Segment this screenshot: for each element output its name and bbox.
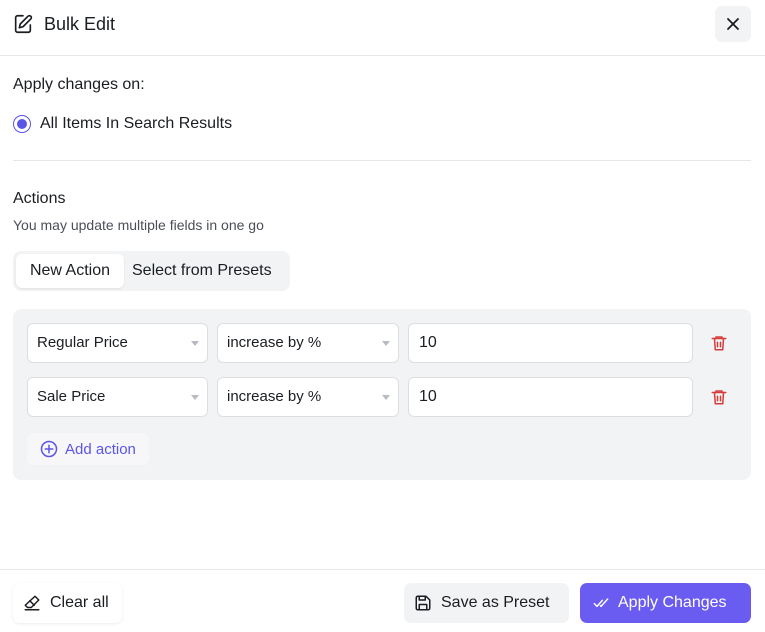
field-select[interactable]: Regular Price bbox=[27, 323, 208, 363]
radio-selected-dot bbox=[17, 119, 27, 129]
field-select-value: Regular Price bbox=[37, 334, 128, 351]
field-select-value: Sale Price bbox=[37, 388, 106, 405]
chevron-down-icon bbox=[382, 395, 390, 400]
radio-label: All Items In Search Results bbox=[40, 115, 233, 132]
tab-new-action[interactable]: New Action bbox=[16, 254, 124, 288]
trash-icon[interactable] bbox=[710, 388, 728, 406]
operation-select[interactable]: increase by % bbox=[217, 377, 399, 417]
value-input[interactable]: 10 bbox=[408, 377, 693, 417]
double-check-icon bbox=[593, 598, 609, 608]
radio-button[interactable] bbox=[13, 115, 31, 133]
add-action-button[interactable]: Add action bbox=[27, 433, 149, 465]
operation-select-value: increase by % bbox=[227, 334, 322, 351]
add-action-label: Add action bbox=[65, 440, 136, 458]
clear-all-label: Clear all bbox=[50, 594, 109, 611]
chevron-down-icon bbox=[191, 395, 199, 400]
save-icon bbox=[415, 595, 431, 611]
modal-header: Bulk Edit bbox=[0, 0, 765, 56]
save-as-preset-label: Save as Preset bbox=[441, 594, 550, 611]
clear-all-button[interactable]: Clear all bbox=[13, 583, 122, 623]
value-input[interactable]: 10 bbox=[408, 323, 693, 363]
eraser-icon bbox=[24, 595, 40, 611]
actions-title: Actions bbox=[13, 190, 66, 207]
chevron-down-icon bbox=[191, 341, 199, 346]
edit-document-icon bbox=[14, 14, 33, 34]
operation-select[interactable]: increase by % bbox=[217, 323, 399, 363]
plus-circle-icon bbox=[40, 440, 58, 458]
trash-icon[interactable] bbox=[710, 334, 728, 352]
close-button[interactable] bbox=[715, 6, 751, 42]
tab-select-from-presets[interactable]: Select from Presets bbox=[132, 254, 272, 288]
actions-subtitle: You may update multiple fields in one go bbox=[13, 217, 264, 233]
operation-select-value: increase by % bbox=[227, 388, 322, 405]
close-icon bbox=[727, 18, 739, 30]
radio-all-items[interactable]: All Items In Search Results bbox=[13, 114, 232, 134]
apply-changes-label: Apply Changes bbox=[618, 594, 727, 611]
action-tabs: New Action Select from Presets bbox=[13, 251, 290, 291]
apply-changes-button[interactable]: Apply Changes bbox=[580, 583, 751, 623]
modal-title: Bulk Edit bbox=[44, 14, 116, 34]
section-divider bbox=[13, 160, 751, 161]
chevron-down-icon bbox=[382, 341, 390, 346]
apply-on-label: Apply changes on: bbox=[13, 76, 145, 93]
save-as-preset-button[interactable]: Save as Preset bbox=[404, 583, 569, 623]
field-select[interactable]: Sale Price bbox=[27, 377, 208, 417]
